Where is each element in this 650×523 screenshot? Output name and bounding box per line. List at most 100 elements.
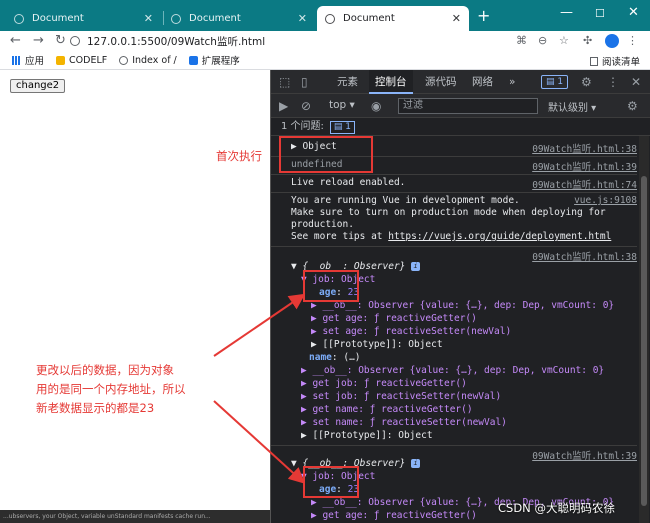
bookmark-index[interactable]: Index of / [119, 55, 177, 66]
change2-button[interactable]: change2 [10, 79, 66, 93]
tab-title: Document [189, 13, 241, 24]
source-link[interactable]: 09Watch监听.html:39 [532, 448, 637, 462]
extensions-icon[interactable]: ✣ [583, 34, 592, 47]
eye-icon[interactable]: ◉ [371, 99, 381, 113]
tab-title: Document [32, 13, 84, 24]
inspect-element-icon[interactable]: ⬚ [279, 75, 290, 89]
csdn-watermark: CSDN @大聪明码农徐 [498, 501, 615, 515]
clear-console-icon[interactable]: ⊘ [301, 99, 311, 113]
messages-badge[interactable]: ▤ 1 [541, 75, 569, 89]
close-devtools-icon[interactable]: ✕ [631, 75, 641, 89]
source-link[interactable]: 09Watch监听.html:74 [532, 177, 637, 191]
sidebar-toggle-icon[interactable]: ▶ [279, 99, 288, 113]
set-age: ▶ set age: ƒ reactiveSetter(newVal) [311, 326, 512, 337]
age-highlight-box-1 [303, 270, 359, 302]
get-job[interactable]: ▶ get job: ƒ reactiveGetter() [301, 378, 467, 389]
getter-row[interactable]: ▶ get age: ƒ reactiveGetter() [311, 313, 477, 324]
browser-tab-1[interactable]: Document ✕ [6, 6, 161, 31]
scroll-thumb[interactable] [641, 176, 647, 506]
settings-gear-icon[interactable]: ⚙ [581, 75, 592, 89]
context-select[interactable]: top ▾ [329, 99, 355, 111]
page-favicon-icon [171, 13, 181, 24]
address-bar-row: ← → ↻ 127.0.0.1:5500/09Watch监听.html ⌘ ⊖ … [0, 31, 650, 51]
reading-list[interactable]: 阅读清单 [589, 54, 640, 68]
bookmark-extensions[interactable]: 扩展程序 [188, 53, 240, 67]
reload-icon[interactable]: ↻ [55, 33, 66, 49]
page-favicon-icon [325, 13, 335, 24]
tab-title: Document [343, 13, 395, 24]
close-window-icon[interactable]: ✕ [628, 5, 639, 20]
console-output: ▶ Object 09Watch监听.html:38 undefined 09W… [271, 136, 637, 523]
first-run-highlight-box [279, 136, 373, 173]
source-link[interactable]: 09Watch监听.html:39 [532, 159, 637, 173]
site-info-icon[interactable] [70, 36, 80, 46]
profile-avatar[interactable] [605, 34, 619, 48]
vue-docs-link[interactable]: https://vuejs.org/guide/deployment.html [388, 231, 611, 242]
maximize-icon[interactable]: ☐ [595, 7, 605, 20]
forward-arrow-icon[interactable]: → [33, 33, 44, 49]
bookmark-star-icon[interactable]: ☆ [559, 34, 569, 47]
bookmarks-bar: 应用 CODELF Index of / 扩展程序 阅读清单 [0, 51, 650, 70]
url-text: 127.0.0.1:5500/09Watch监听.html [87, 35, 266, 48]
tab-network[interactable]: 网络 [472, 70, 493, 94]
new-tab-button[interactable]: + [477, 8, 490, 24]
source-link[interactable]: 09Watch监听.html:38 [532, 249, 637, 263]
browser-tab-3-active[interactable]: Document ✕ [317, 6, 469, 31]
tab-elements[interactable]: 元素 [337, 70, 358, 94]
root-prototype-row[interactable]: ▶ [[Prototype]]: Object [301, 430, 433, 441]
menu-dots-icon[interactable]: ⋮ [627, 34, 638, 47]
get-age: ▶ get age: ƒ reactiveGetter() [311, 313, 477, 324]
codelf-icon [56, 55, 66, 65]
vue-dev-mode-text: production. [291, 219, 354, 230]
get-name[interactable]: ▶ get name: ƒ reactiveGetter() [301, 404, 473, 415]
page-content: change2 [0, 70, 270, 523]
translate-icon[interactable]: ⌘ [516, 34, 527, 47]
console-toolbar: ▶ ⊘ top ▾ ◉ 过滤 默认级别 ▾ ⚙ [271, 94, 650, 118]
get-age[interactable]: ▶ get age: ƒ reactiveGetter() [311, 510, 477, 521]
minimize-icon[interactable]: — [560, 5, 573, 20]
age-highlight-box-2 [303, 466, 359, 498]
url-field[interactable]: 127.0.0.1:5500/09Watch监听.html [70, 32, 265, 50]
set-job[interactable]: ▶ set job: ƒ reactiveSetter(newVal) [301, 391, 501, 402]
source-link[interactable]: vue.js:9108 [574, 195, 637, 206]
bookmark-label: CODELF [69, 54, 108, 66]
close-tab-icon[interactable]: ✕ [298, 12, 307, 25]
divider [271, 174, 637, 175]
browser-tab-2[interactable]: Document ✕ [163, 6, 315, 31]
issues-label: 1 个问题: [281, 121, 324, 132]
divider [271, 445, 637, 446]
bookmark-label: 扩展程序 [201, 56, 240, 67]
info-icon: i [411, 262, 421, 271]
back-arrow-icon[interactable]: ← [10, 33, 21, 49]
console-settings-icon[interactable]: ⚙ [627, 99, 638, 113]
filter-input[interactable]: 过滤 [398, 98, 538, 114]
issues-count-badge[interactable]: ▤ 1 [329, 121, 356, 134]
console-scrollbar[interactable] [639, 136, 649, 523]
browser-tab-strip: Document ✕ Document ✕ Document ✕ + — ☐ ✕ [0, 0, 650, 31]
taskbar-strip: ...ubservers, your Object, variable unSt… [0, 510, 270, 523]
log-level-select[interactable]: 默认级别 ▾ [548, 99, 596, 114]
bookmark-apps[interactable]: 应用 [12, 53, 44, 67]
globe-icon [119, 55, 129, 65]
issues-bar[interactable]: 1 个问题: ▤ 1 [271, 118, 650, 136]
more-tabs-button[interactable]: » [509, 70, 515, 94]
root-observer-row[interactable]: ▶ __ob__: Observer {value: {…}, dep: Dep… [301, 365, 604, 376]
close-tab-icon[interactable]: ✕ [452, 12, 461, 25]
more-options-icon[interactable]: ⋮ [607, 75, 619, 89]
zoom-icon[interactable]: ⊖ [538, 34, 547, 47]
tab-sources[interactable]: 源代码 [425, 70, 457, 94]
source-link[interactable]: 09Watch监听.html:38 [532, 141, 637, 155]
set-name[interactable]: ▶ set name: ƒ reactiveSetter(newVal) [301, 417, 507, 428]
vue-dev-mode-text: Make sure to turn on production mode whe… [291, 207, 606, 218]
close-tab-icon[interactable]: ✕ [144, 12, 153, 25]
tab-console[interactable]: 控制台 [369, 70, 413, 94]
name-key: name [309, 352, 332, 363]
bookmark-codelf[interactable]: CODELF [56, 55, 107, 66]
device-toggle-icon[interactable]: ▯ [301, 75, 308, 89]
bookmark-label: Index of / [132, 54, 177, 66]
first-exec-annotation: 首次执行 [216, 149, 262, 163]
prototype-row[interactable]: ▶ [[Prototype]]: Object [311, 339, 443, 350]
name-value[interactable]: (…) [343, 352, 360, 363]
setter-row[interactable]: ▶ set age: ƒ reactiveSetter(newVal) [311, 326, 511, 337]
vue-dev-mode-text: You are running Vue in development mode. [291, 195, 520, 206]
